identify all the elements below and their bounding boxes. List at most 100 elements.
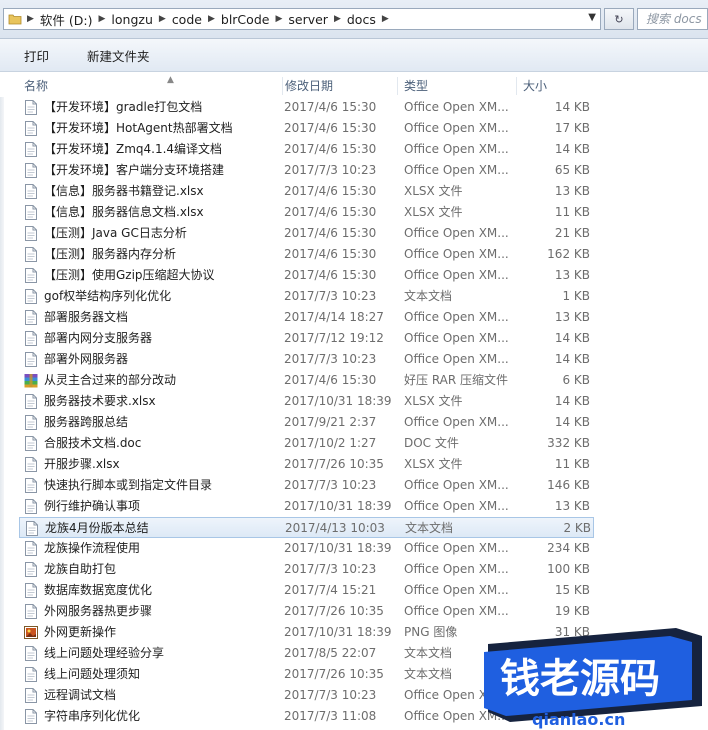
- breadcrumb-chevron-icon[interactable]: ▶: [273, 14, 284, 24]
- column-header-size[interactable]: 大小: [521, 77, 593, 95]
- file-row[interactable]: 外网服务器热更步骤 2017/7/26 10:35 Office Open XM..…: [19, 601, 594, 622]
- document-icon: [24, 436, 38, 451]
- file-size: 11 KB: [554, 457, 590, 471]
- file-row[interactable]: 数据库数据宽度优化 2017/7/4 15:21 Office Open XM...…: [19, 580, 594, 601]
- chevron-down-icon[interactable]: ▼: [588, 12, 596, 23]
- file-row[interactable]: 【开发环境】客户端分支环境搭建 2017/7/3 10:23 Office Open…: [19, 160, 594, 181]
- file-type: 文本文档: [404, 289, 453, 303]
- file-name: 开服步骤.xlsx: [44, 457, 120, 471]
- file-name: 部署服务器文档: [44, 310, 129, 324]
- file-type: Office Open XM...: [404, 541, 509, 555]
- file-row[interactable]: 【开发环境】HotAgent热部署文档 2017/4/6 15:30 Office …: [19, 118, 594, 139]
- file-row[interactable]: 合服技术文档.doc 2017/10/2 1:27 DOC 文件 332 KB: [19, 433, 594, 454]
- file-type: 好压 RAR 压缩文件: [404, 373, 509, 387]
- column-header-type-label: 类型: [404, 79, 429, 93]
- document-icon: [24, 142, 38, 157]
- file-name: 外网更新操作: [44, 625, 117, 639]
- file-name: 部署内网分支服务器: [44, 331, 153, 345]
- file-modified-date: 2017/4/6 15:30: [284, 100, 377, 114]
- search-input[interactable]: [644, 11, 707, 27]
- breadcrumb-item[interactable]: longzu: [107, 12, 156, 27]
- file-modified-date: 2017/4/6 15:30: [284, 268, 377, 282]
- document-icon: [24, 184, 38, 199]
- file-size: 14 KB: [554, 100, 590, 114]
- breadcrumb: 软件 (D:) ▶ longzu ▶ code ▶ blrCode ▶ server ▶ docs ▶: [36, 10, 391, 29]
- file-row[interactable]: 【压测】使用Gzip压缩超大协议 2017/4/6 15:30 Office Ope…: [19, 265, 594, 286]
- file-row[interactable]: 龙族自助打包 2017/7/3 10:23 Office Open XM... 100…: [19, 559, 594, 580]
- file-size: 2 KB: [563, 521, 591, 535]
- file-name: 龙族4月份版本总结: [45, 521, 149, 535]
- breadcrumb-chevron-icon[interactable]: ▶: [380, 14, 391, 24]
- document-icon: [24, 709, 38, 724]
- column-header-date[interactable]: 修改日期: [283, 77, 398, 95]
- breadcrumb-chevron-icon[interactable]: ▶: [332, 14, 343, 24]
- file-row[interactable]: 【信息】服务器书籍登记.xlsx 2017/4/6 15:30 XLSX 文件 13 …: [19, 181, 594, 202]
- file-size: 14 KB: [554, 394, 590, 408]
- file-row[interactable]: 【压测】Java GC日志分析 2017/4/6 15:30 Office Open…: [19, 223, 594, 244]
- file-row[interactable]: 开服步骤.xlsx 2017/7/26 10:35 XLSX 文件 11 KB: [19, 454, 594, 475]
- breadcrumb-item[interactable]: code: [168, 12, 206, 27]
- file-size: 13 KB: [554, 268, 590, 282]
- document-icon: [24, 268, 38, 283]
- file-row[interactable]: 龙族操作流程使用 2017/10/31 18:39 Office Open XM..…: [19, 538, 594, 559]
- file-row[interactable]: 部署服务器文档 2017/4/14 18:27 Office Open XM... 1…: [19, 307, 594, 328]
- file-row[interactable]: 部署内网分支服务器 2017/7/12 19:12 Office Open XM..…: [19, 328, 594, 349]
- file-modified-date: 2017/4/6 15:30: [284, 121, 377, 135]
- file-name: 【压测】Java GC日志分析: [44, 226, 187, 240]
- breadcrumb-chevron-icon[interactable]: ▶: [97, 14, 108, 24]
- file-name: 服务器技术要求.xlsx: [44, 394, 156, 408]
- file-name: 例行维护确认事项: [44, 499, 141, 513]
- file-row[interactable]: 服务器技术要求.xlsx 2017/10/31 18:39 XLSX 文件 14 KB: [19, 391, 594, 412]
- print-button[interactable]: 打印: [16, 46, 57, 65]
- column-header-date-label: 修改日期: [285, 79, 334, 93]
- file-name: 【压测】服务器内存分析: [44, 247, 177, 261]
- file-row[interactable]: 【信息】服务器信息文档.xlsx 2017/4/6 15:30 XLSX 文件 11 …: [19, 202, 594, 223]
- file-name: 【开发环境】Zmq4.1.4编译文档: [44, 142, 223, 156]
- column-header-name-label: 名称: [24, 79, 49, 93]
- file-row[interactable]: 【压测】服务器内存分析 2017/4/6 15:30 Office Open XM.…: [19, 244, 594, 265]
- file-name: 龙族操作流程使用: [44, 541, 141, 555]
- search-box[interactable]: [637, 8, 708, 30]
- file-size: 17 KB: [554, 121, 590, 135]
- refresh-button[interactable]: ↻: [604, 8, 634, 30]
- column-headers: 名称 ▲ 修改日期 类型 大小: [0, 73, 708, 97]
- file-modified-date: 2017/7/3 10:23: [284, 289, 377, 303]
- document-icon: [24, 457, 38, 472]
- column-header-name[interactable]: 名称 ▲: [22, 75, 283, 95]
- breadcrumb-item[interactable]: 软件 (D:): [36, 10, 97, 29]
- breadcrumb-chevron-icon[interactable]: ▶: [157, 14, 168, 24]
- breadcrumb-item[interactable]: docs: [343, 12, 380, 27]
- file-row[interactable]: 部署外网服务器 2017/7/3 10:23 Office Open XM... 14…: [19, 349, 594, 370]
- watermark-logo: 钱老源码 qianlao.cn: [480, 622, 708, 730]
- file-row[interactable]: 从灵主合过来的部分改动 2017/4/6 15:30 好压 RAR 压缩文件 6 KB: [19, 370, 594, 391]
- file-modified-date: 2017/7/3 10:23: [284, 562, 377, 576]
- address-bar[interactable]: ▶ 软件 (D:) ▶ longzu ▶ code ▶ blrCode ▶ server ▶ doc…: [3, 8, 601, 30]
- file-row[interactable]: 【开发环境】Zmq4.1.4编译文档 2017/4/6 15:30 Office O…: [19, 139, 594, 160]
- file-modified-date: 2017/10/31 18:39: [284, 625, 392, 639]
- file-modified-date: 2017/4/14 18:27: [284, 310, 384, 324]
- new-folder-button[interactable]: 新建文件夹: [79, 46, 158, 65]
- file-name: 服务器跨服总结: [44, 415, 129, 429]
- file-row[interactable]: 【开发环境】gradle打包文档 2017/4/6 15:30 Office Ope…: [19, 97, 594, 118]
- watermark-brand-text: 钱老源码: [500, 656, 660, 702]
- file-row[interactable]: gof权举结构序列化优化 2017/7/3 10:23 文本文档 1 KB: [19, 286, 594, 307]
- breadcrumb-item[interactable]: blrCode: [217, 12, 274, 27]
- file-row[interactable]: 快速执行脚本或到指定文件目录 2017/7/3 10:23 Office Open …: [19, 475, 594, 496]
- document-icon: [24, 415, 38, 430]
- file-modified-date: 2017/7/26 10:35: [284, 457, 384, 471]
- breadcrumb-chevron-icon[interactable]: ▶: [25, 14, 36, 24]
- column-header-type[interactable]: 类型: [402, 77, 517, 95]
- file-row[interactable]: 龙族4月份版本总结 2017/4/13 10:03 文本文档 2 KB: [19, 517, 594, 538]
- file-modified-date: 2017/10/31 18:39: [284, 394, 392, 408]
- breadcrumb-item[interactable]: server: [284, 12, 332, 27]
- document-icon: [24, 247, 38, 262]
- document-icon: [24, 289, 38, 304]
- file-row[interactable]: 服务器跨服总结 2017/9/21 2:37 Office Open XM... 14…: [19, 412, 594, 433]
- file-name: 远程调试文档: [44, 688, 117, 702]
- file-row[interactable]: 例行维护确认事项 2017/10/31 18:39 Office Open XM..…: [19, 496, 594, 517]
- breadcrumb-chevron-icon[interactable]: ▶: [206, 14, 217, 24]
- file-modified-date: 2017/4/13 10:03: [285, 521, 385, 535]
- document-icon: [24, 646, 38, 661]
- document-icon: [24, 478, 38, 493]
- file-size: 13 KB: [554, 184, 590, 198]
